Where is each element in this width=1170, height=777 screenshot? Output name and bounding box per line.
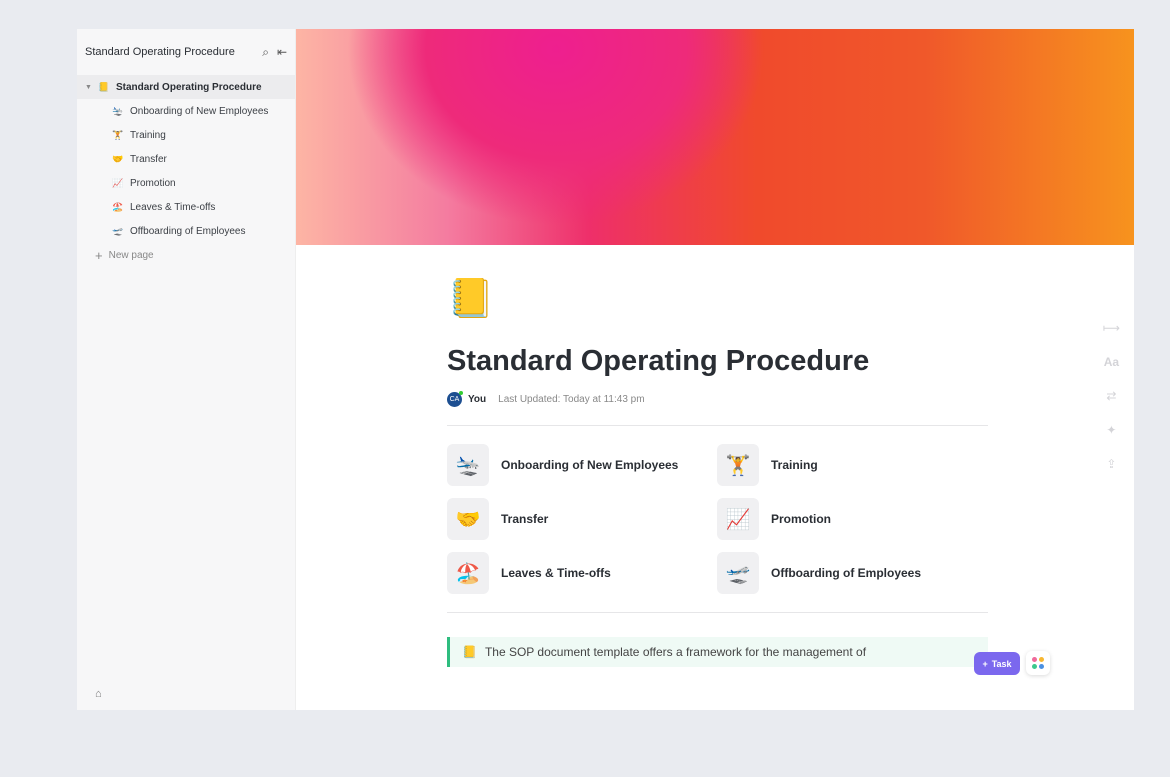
subpage-card[interactable]: 🤝 Transfer [447, 498, 717, 540]
page-emoji-icon: 📈 [717, 498, 759, 540]
sidebar-item-label: Offboarding of Employees [130, 225, 246, 237]
author: You [468, 394, 487, 405]
new-page-label: New page [108, 249, 154, 261]
sidebar: Standard Operating Procedure ⌕ ⇤ ▼ 📒 Stan… [77, 29, 296, 710]
new-page-button[interactable]: + New page [77, 243, 295, 267]
sidebar-item[interactable]: 🏖️ Leaves & Time-offs [77, 195, 295, 219]
subpage-card-label: Transfer [501, 512, 549, 526]
add-task-button[interactable]: + Task [974, 652, 1020, 675]
notebook-icon: 📒 [462, 645, 477, 659]
page-emoji-icon: 🛬 [112, 105, 124, 116]
sidebar-item-label: Training [130, 129, 166, 141]
page-emoji-icon: 🤝 [447, 498, 489, 540]
avatar[interactable]: CA [447, 391, 463, 407]
sidebar-item[interactable]: 🤝 Transfer [77, 147, 295, 171]
notebook-icon: 📒 [98, 81, 110, 92]
caret-down-icon[interactable]: ▼ [85, 84, 92, 91]
page-emoji-icon: 🛬 [447, 444, 489, 486]
subpage-card-label: Onboarding of New Employees [501, 458, 679, 472]
sidebar-item-label: Transfer [130, 153, 167, 165]
subpage-card-label: Training [771, 458, 818, 472]
sidebar-item-label: Leaves & Time-offs [130, 201, 216, 213]
font-icon[interactable]: Aa [1104, 355, 1119, 369]
page-emoji-icon: 🛫 [112, 225, 124, 236]
subpage-card-label: Leaves & Time-offs [501, 566, 611, 580]
sidebar-title: Standard Operating Procedure [85, 46, 235, 58]
divider [447, 425, 988, 426]
page-emoji-icon: 📈 [112, 177, 124, 188]
sidebar-item[interactable]: 🏋️ Training [77, 123, 295, 147]
app-window: Standard Operating Procedure ⌕ ⇤ ▼ 📒 Stan… [77, 29, 1134, 710]
subpage-card[interactable]: 🏖️ Leaves & Time-offs [447, 552, 717, 594]
subpage-card-label: Promotion [771, 512, 831, 526]
callout-block[interactable]: 📒 The SOP document template offers a fra… [447, 637, 988, 667]
page-emoji-icon: 🤝 [112, 153, 124, 164]
page-emoji-icon: 🛫 [717, 552, 759, 594]
apps-grid-icon[interactable] [1026, 651, 1050, 675]
sidebar-item-root[interactable]: ▼ 📒 Standard Operating Procedure [77, 75, 295, 99]
subpage-card[interactable]: 📈 Promotion [717, 498, 987, 540]
plus-icon: + [982, 658, 988, 669]
full-width-icon[interactable]: ⟼ [1103, 321, 1120, 335]
last-updated: Last Updated: Today at 11:43 pm [498, 394, 645, 405]
cover-image [296, 29, 1134, 245]
sidebar-item-label: Standard Operating Procedure [115, 81, 262, 93]
ai-magic-icon[interactable]: ✦ [1106, 423, 1116, 437]
task-label: Task [991, 658, 1012, 669]
page-title[interactable]: Standard Operating Procedure [447, 345, 988, 378]
sidebar-item-label: Promotion [130, 177, 176, 189]
sidebar-header: Standard Operating Procedure ⌕ ⇤ [77, 29, 295, 75]
page-emoji-icon: 🏖️ [447, 552, 489, 594]
right-toolbar: ⟼ Aa ⇄ ✦ ⇪ [1103, 321, 1120, 471]
subpage-card[interactable]: 🏋️ Training [717, 444, 987, 486]
page-emoji-icon: 🏋️ [112, 129, 124, 140]
page-emoji-icon: 🏖️ [112, 201, 124, 212]
callout-text[interactable]: The SOP document template offers a frame… [485, 645, 866, 659]
search-icon[interactable]: ⌕ [262, 45, 269, 60]
sidebar-item[interactable]: 📈 Promotion [77, 171, 295, 195]
document: 📒 Standard Operating Procedure CA You La… [447, 245, 988, 667]
sidebar-item[interactable]: 🛬 Onboarding of New Employees [77, 99, 295, 123]
relationships-icon[interactable]: ⇄ [1106, 389, 1116, 403]
page-emoji-icon: 🏋️ [717, 444, 759, 486]
page-meta: CA You Last Updated: Today at 11:43 pm [447, 391, 988, 407]
subpage-card-label: Offboarding of Employees [771, 566, 922, 580]
page-icon[interactable]: 📒 [447, 277, 988, 325]
inbox-icon[interactable]: ⌂ [95, 688, 102, 700]
plus-icon: + [95, 247, 103, 263]
sidebar-item-label: Onboarding of New Employees [130, 105, 269, 117]
subpage-card[interactable]: 🛫 Offboarding of Employees [717, 552, 987, 594]
divider [447, 612, 988, 613]
subpage-card[interactable]: 🛬 Onboarding of New Employees [447, 444, 717, 486]
sidebar-item[interactable]: 🛫 Offboarding of Employees [77, 219, 295, 243]
subpage-grid: 🛬 Onboarding of New Employees 🏋️ Training 🤝 T… [447, 444, 988, 594]
share-upload-icon[interactable]: ⇪ [1106, 457, 1116, 471]
collapse-sidebar-icon[interactable]: ⇤ [277, 45, 287, 60]
